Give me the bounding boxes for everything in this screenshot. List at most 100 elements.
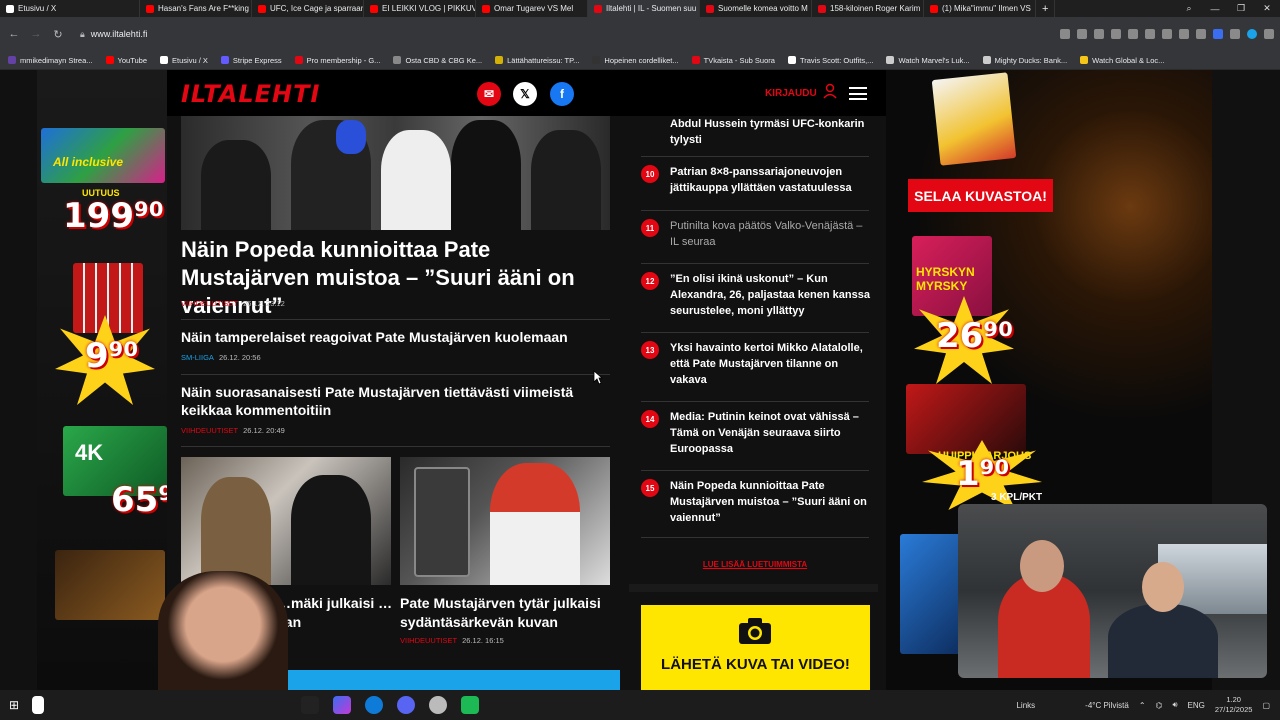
taskbar-app-icon[interactable] (461, 696, 480, 714)
extension-icon[interactable] (1128, 29, 1138, 39)
links-toolbar[interactable]: Links (1016, 701, 1035, 710)
extension-icon[interactable] (1094, 29, 1104, 39)
person-head (1020, 540, 1064, 592)
rank-number-badge: 11 (641, 219, 659, 237)
extension-icon[interactable] (1162, 29, 1172, 39)
tab-label: Hasan's Fans Are F**king (158, 4, 249, 13)
browser-tab[interactable]: EI LEIKKI VLOG | PIKKUVEL (364, 0, 476, 17)
close-window-button[interactable]: ✕ (1254, 0, 1280, 17)
article-headline[interactable]: Näin tamperelaiset reagoivat Pate Mustaj… (181, 328, 601, 346)
taskbar-app-icon[interactable] (32, 696, 45, 714)
browser-tab[interactable]: Suomelle komea voitto M (700, 0, 812, 17)
chevron-up-icon[interactable]: ⌃ (1139, 701, 1146, 710)
url-input[interactable]: 🔒︎ www.iltalehti.fi (72, 23, 1060, 45)
menu-icon[interactable] (849, 87, 867, 100)
bookmark-item[interactable]: Watch Marvel's Luk... (886, 56, 970, 65)
tab-favicon-icon (930, 4, 938, 13)
bookmark-item[interactable]: Mighty Ducks: Bank... (982, 56, 1067, 65)
maximize-button[interactable]: ❐ (1228, 0, 1254, 17)
bookmark-item[interactable]: Stripe Express (220, 56, 282, 65)
extension-icon[interactable] (1111, 29, 1121, 39)
category-label[interactable]: SM-LIIGA (181, 353, 214, 362)
price-190: 1⁹⁰ (956, 454, 1010, 494)
browser-tab[interactable]: UFC, Ice Cage ja sparraam (252, 0, 364, 17)
taskbar-app-icon[interactable] (333, 696, 352, 714)
article-card-image[interactable] (181, 457, 391, 585)
most-read-title[interactable]: Patrian 8×8-panssariajoneuvojen jättikau… (670, 164, 870, 196)
browser-tab[interactable]: Hasan's Fans Are F**king (140, 0, 252, 17)
category-label[interactable]: VIIHDEUUTISET (181, 299, 238, 308)
system-tray: Links -4°C Pilvistä ⌃ ⌬ 🔊︎ ENG 1.20 27/1… (1016, 690, 1280, 720)
extension-icon[interactable] (1060, 29, 1070, 39)
menu-icon[interactable] (1264, 29, 1274, 39)
more-most-read-link[interactable]: LUE LISÄÄ LUETUIMMISTA (641, 560, 869, 569)
search-tabs-icon[interactable]: ⌕ (1176, 0, 1202, 17)
extension-icon[interactable] (1077, 29, 1087, 39)
send-photo-box[interactable]: LÄHETÄ KUVA TAI VIDEO! (641, 605, 870, 690)
bookmark-label: Watch Global & Loc... (1092, 55, 1165, 65)
most-read-title[interactable]: Abdul Hussein tyrmäsi UFC-konkarin tylys… (670, 116, 870, 148)
category-label[interactable]: VIIHDEUUTISET (400, 636, 457, 645)
bookmark-item[interactable]: Osta CBD & CBG Ke... (393, 56, 482, 65)
volume-icon[interactable]: 🔊︎ (1173, 700, 1178, 710)
address-bar: ← → ↻ 🔒︎ www.iltalehti.fi (0, 17, 1280, 51)
bookmark-item[interactable]: Travis Scott: Outfits,... (787, 56, 873, 65)
browser-tab[interactable]: (1) Mika"immu" Ilmen VS (924, 0, 1036, 17)
profile-icon[interactable] (1247, 29, 1257, 39)
browser-tab[interactable]: Omar Tugarev VS Mel (476, 0, 588, 17)
bookmark-item[interactable]: Hopeinen cordelliket... (592, 55, 679, 65)
bookmark-item[interactable]: Watch Global & Loc... (1080, 56, 1164, 65)
extension-icon[interactable] (1213, 29, 1223, 39)
most-read-title[interactable]: ”En olisi ikinä uskonut” – Kun Alexandra… (670, 271, 870, 319)
extension-icon[interactable] (1196, 29, 1206, 39)
bookmark-item[interactable]: TVkaista - Sub Suora (691, 56, 775, 65)
bookmark-item[interactable]: Pro membership - G... (294, 56, 380, 65)
back-button[interactable]: ← (6, 28, 22, 40)
divider (181, 446, 610, 447)
login-link[interactable]: KIRJAUDU (765, 88, 817, 99)
most-read-title[interactable]: Putinilta kova päätös Valko-Venäjästä – … (670, 218, 870, 250)
weather-widget[interactable]: -4°C Pilvistä (1085, 701, 1129, 710)
browser-tab[interactable]: Etusivu / X (0, 0, 140, 17)
clock[interactable]: 1.20 27/12/2025 (1215, 695, 1253, 715)
bookmark-item[interactable]: YouTube (105, 56, 147, 65)
extension-icon[interactable] (1145, 29, 1155, 39)
forward-button[interactable]: → (28, 28, 44, 40)
article-card-image[interactable] (400, 457, 610, 585)
hero-image[interactable] (181, 116, 610, 230)
extension-icon[interactable] (1179, 29, 1189, 39)
x-share-icon[interactable]: 𝕏 (513, 82, 537, 106)
minimize-button[interactable]: — (1202, 0, 1228, 17)
site-logo[interactable]: ILTALEHTI (181, 80, 320, 108)
webcam-overlay-face (48, 571, 298, 690)
email-share-icon[interactable]: ✉ (477, 82, 501, 106)
start-button[interactable]: ⊞ (9, 698, 19, 712)
language-indicator[interactable]: ENG (1188, 701, 1205, 710)
bookmark-item[interactable]: Etusivu / X (160, 56, 208, 65)
reload-button[interactable]: ↻ (50, 28, 66, 41)
camera-icon (739, 618, 771, 644)
bookmark-favicon-icon (787, 56, 796, 64)
browser-tab[interactable]: Iltalehti | IL - Suomen suu (588, 0, 700, 17)
most-read-title[interactable]: Media: Putinin keinot ovat vähissä – Täm… (670, 409, 870, 457)
taskbar-app-icon[interactable] (397, 696, 416, 714)
user-icon[interactable] (823, 83, 837, 99)
catalog-button[interactable]: SELAA KUVASTOA! (908, 179, 1053, 212)
taskbar-app-icon[interactable] (301, 696, 320, 714)
bookmark-label: Hopeinen cordelliket... (604, 55, 679, 65)
facebook-share-icon[interactable]: f (550, 82, 574, 106)
article-headline[interactable]: Pate Mustajärven tytär julkaisi sydäntäs… (400, 594, 620, 632)
extension-icon[interactable] (1230, 29, 1240, 39)
taskbar-app-icon[interactable] (365, 696, 384, 714)
network-icon[interactable]: ⌬ (1156, 701, 1163, 710)
browser-tab[interactable]: 158-kiloinen Roger Karim (812, 0, 924, 17)
notifications-icon[interactable]: ▢ (1262, 701, 1270, 710)
bookmark-item[interactable]: mmikedimayn Strea... (8, 56, 93, 65)
category-label[interactable]: VIIHDEUUTISET (181, 426, 238, 435)
article-headline[interactable]: Näin suorasanaisesti Pate Mustajärven ti… (181, 383, 601, 419)
taskbar-app-icon[interactable] (429, 696, 448, 714)
most-read-title[interactable]: Näin Popeda kunnioittaa Pate Mustajärven… (670, 478, 870, 526)
new-tab-button[interactable]: + (1036, 0, 1056, 17)
most-read-title[interactable]: Yksi havainto kertoi Mikko Alatalolle, e… (670, 340, 870, 388)
bookmark-item[interactable]: Lättähattureissu: TP... (495, 56, 579, 65)
